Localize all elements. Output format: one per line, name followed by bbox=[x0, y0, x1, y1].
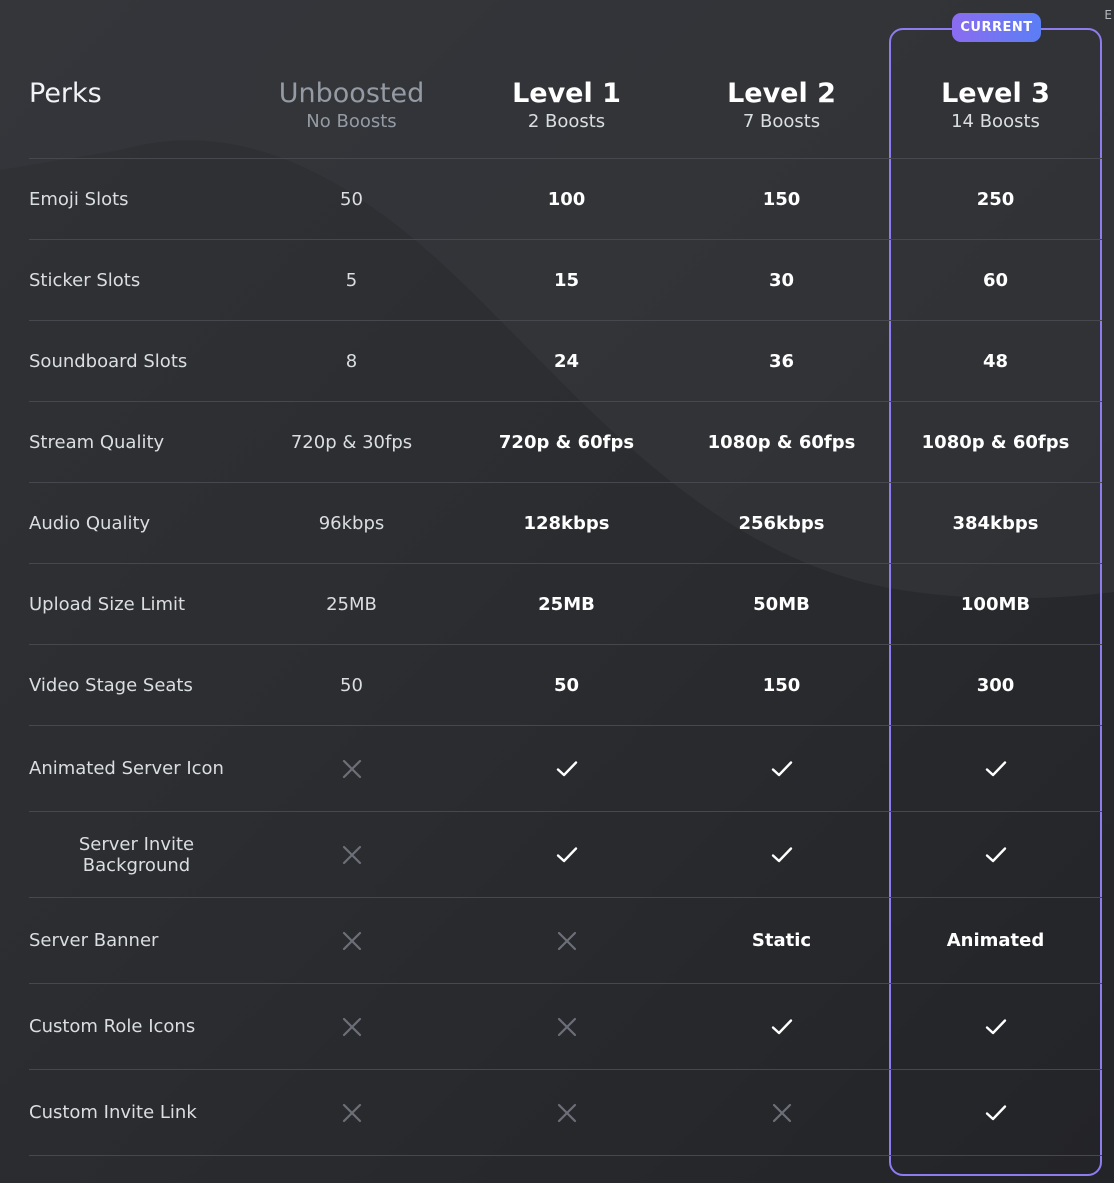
perk-value: Static bbox=[751, 930, 812, 951]
current-badge: CURRENT bbox=[952, 13, 1041, 42]
table-row: Stream Quality 720p & 30fps 720p & 60fps 10… bbox=[29, 402, 1102, 483]
perk-value: 100 bbox=[547, 188, 586, 210]
perk-value: 256kbps bbox=[738, 512, 825, 534]
perk-value: Animated bbox=[946, 930, 1045, 951]
perk-value: 24 bbox=[553, 350, 580, 372]
perk-value: 5 bbox=[345, 269, 358, 291]
table-row: Video Stage Seats 50 50 150 300 bbox=[29, 645, 1102, 726]
perk-label: Stream Quality bbox=[29, 431, 165, 453]
column-header-unboosted: Unboosted No Boosts bbox=[244, 78, 459, 134]
perk-value: 50 bbox=[553, 674, 580, 696]
table-row: Custom Role Icons bbox=[29, 984, 1102, 1070]
perk-value: 50 bbox=[340, 188, 363, 210]
table-body: Emoji Slots 50 100 150 250 Sticker Slots 5 15 30… bbox=[29, 159, 1102, 1156]
perk-value: 100MB bbox=[960, 593, 1031, 615]
check-icon bbox=[889, 1070, 1102, 1155]
table-row: Sticker Slots 5 15 30 60 bbox=[29, 240, 1102, 321]
perk-value: 50 bbox=[340, 674, 363, 696]
perk-label: Upload Size Limit bbox=[29, 593, 186, 615]
perk-label: Sticker Slots bbox=[29, 269, 141, 291]
perk-label: Emoji Slots bbox=[29, 188, 129, 210]
check-icon bbox=[674, 812, 889, 897]
column-title: Level 1 bbox=[512, 78, 621, 109]
column-title: Level 2 bbox=[727, 78, 836, 109]
perk-value: 96kbps bbox=[318, 512, 385, 534]
column-header-level-3: Level 3 14 Boosts bbox=[889, 78, 1102, 134]
check-icon bbox=[889, 984, 1102, 1069]
table-row: Server Banner Static Animated bbox=[29, 898, 1102, 984]
cross-icon bbox=[674, 1070, 889, 1155]
perk-value: 36 bbox=[768, 350, 795, 372]
perk-label: Audio Quality bbox=[29, 512, 151, 534]
table-row: Server Invite Background bbox=[29, 812, 1102, 898]
check-icon bbox=[459, 812, 674, 897]
perk-label: Custom Role Icons bbox=[29, 1016, 196, 1037]
perk-value: 48 bbox=[982, 350, 1009, 372]
perk-value: 50MB bbox=[753, 593, 810, 615]
column-subtitle: 7 Boosts bbox=[742, 111, 821, 132]
column-subtitle: No Boosts bbox=[306, 111, 397, 132]
perk-value: 128kbps bbox=[523, 512, 610, 534]
perk-label: Video Stage Seats bbox=[29, 674, 193, 696]
column-title: Level 3 bbox=[941, 78, 1050, 109]
check-icon bbox=[889, 812, 1102, 897]
perk-value: 1080p & 60fps bbox=[707, 431, 856, 453]
column-header-level-1: Level 1 2 Boosts bbox=[459, 78, 674, 134]
perk-value: 384kbps bbox=[952, 512, 1039, 534]
perk-value: 15 bbox=[553, 269, 580, 291]
check-icon bbox=[674, 984, 889, 1069]
perk-value: 300 bbox=[976, 674, 1015, 696]
table-row: Custom Invite Link bbox=[29, 1070, 1102, 1156]
perk-label: Server Banner bbox=[29, 930, 159, 951]
table-row: Emoji Slots 50 100 150 250 bbox=[29, 159, 1102, 240]
cross-icon bbox=[459, 898, 674, 983]
cross-icon bbox=[244, 898, 459, 983]
perk-value: 60 bbox=[982, 269, 1009, 291]
perk-value: 25MB bbox=[538, 593, 595, 615]
column-subtitle: 2 Boosts bbox=[527, 111, 606, 132]
column-subtitle: 14 Boosts bbox=[951, 111, 1040, 132]
perk-value: 150 bbox=[762, 188, 801, 210]
check-icon bbox=[674, 726, 889, 811]
check-icon bbox=[889, 726, 1102, 811]
perks-table: Perks Unboosted No Boosts Level 1 2 Boos… bbox=[29, 0, 1102, 1156]
cross-icon bbox=[244, 1070, 459, 1155]
table-header: Perks Unboosted No Boosts Level 1 2 Boos… bbox=[29, 0, 1102, 159]
perk-value: 30 bbox=[768, 269, 795, 291]
perk-value: 25MB bbox=[326, 593, 377, 615]
cross-icon bbox=[244, 812, 459, 897]
column-header-level-2: Level 2 7 Boosts bbox=[674, 78, 889, 134]
table-row: Upload Size Limit 25MB 25MB 50MB 100MB bbox=[29, 564, 1102, 645]
perk-value: 150 bbox=[762, 674, 801, 696]
cross-icon bbox=[244, 726, 459, 811]
perk-label: Custom Invite Link bbox=[29, 1102, 197, 1123]
check-icon bbox=[459, 726, 674, 811]
corner-char: E bbox=[1104, 8, 1112, 22]
cross-icon bbox=[459, 1070, 674, 1155]
perk-label: Server Invite Background bbox=[78, 833, 195, 876]
perk-label: Soundboard Slots bbox=[29, 350, 188, 372]
cross-icon bbox=[459, 984, 674, 1069]
perk-value: 720p & 60fps bbox=[498, 431, 635, 453]
cross-icon bbox=[244, 984, 459, 1069]
perk-value: 8 bbox=[345, 350, 358, 372]
table-row: Soundboard Slots 8 24 36 48 bbox=[29, 321, 1102, 402]
table-row: Audio Quality 96kbps 128kbps 256kbps 384kbps bbox=[29, 483, 1102, 564]
perks-title: Perks bbox=[29, 78, 102, 109]
perk-value: 250 bbox=[976, 188, 1015, 210]
perk-value: 720p & 30fps bbox=[290, 431, 413, 453]
perk-value: 1080p & 60fps bbox=[921, 431, 1070, 453]
perk-label: Animated Server Icon bbox=[29, 758, 224, 779]
column-title: Unboosted bbox=[278, 78, 425, 109]
table-row: Animated Server Icon bbox=[29, 726, 1102, 812]
